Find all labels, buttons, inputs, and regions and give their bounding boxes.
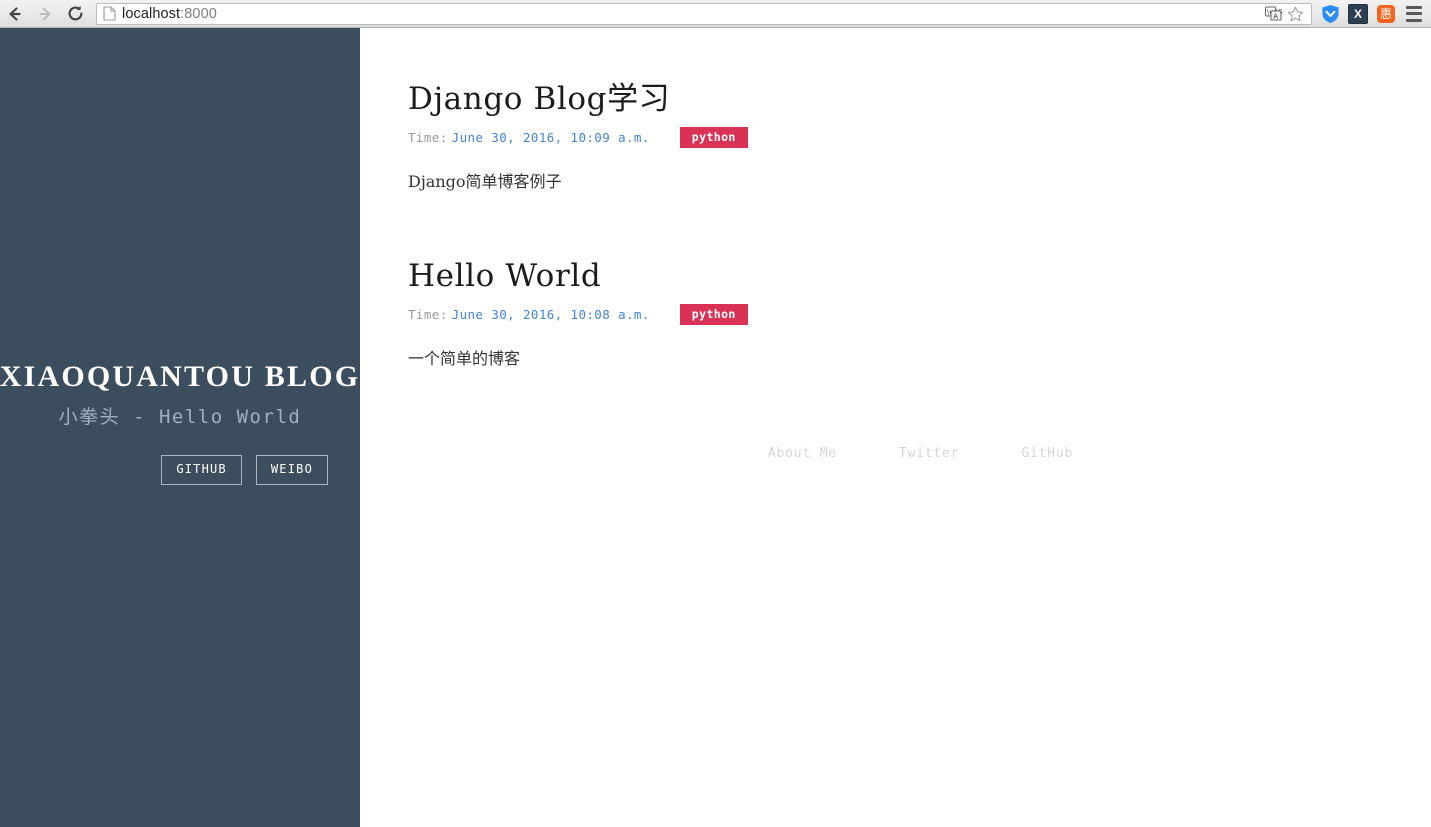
footer-link-about-me[interactable]: About Me xyxy=(768,446,837,461)
weibo-button[interactable]: WEIBO xyxy=(255,455,328,485)
page-viewport: XIAOQUANTOU BLOG 小拳头 - Hello World GITHU… xyxy=(0,28,1431,827)
post-body: 一个简单的博客 xyxy=(408,348,521,368)
reload-icon xyxy=(66,4,85,23)
reload-button[interactable] xyxy=(60,1,90,27)
forward-button[interactable] xyxy=(30,1,60,27)
post-meta: Time: June 30, 2016, 10:08 a.m. python xyxy=(408,303,1431,325)
hamburger-menu-icon[interactable] xyxy=(1404,4,1424,24)
post-time-value[interactable]: June 30, 2016, 10:08 a.m. xyxy=(452,307,650,322)
browser-extensions: X 惠 xyxy=(1320,3,1431,24)
hui-extension-label: 惠 xyxy=(1377,4,1395,23)
star-bookmark-icon[interactable] xyxy=(1285,4,1305,24)
page-document-icon xyxy=(103,6,116,21)
blog-content: Django Blog学习 Time: June 30, 2016, 10:09… xyxy=(360,28,1431,827)
hui-extension-icon[interactable]: 惠 xyxy=(1376,4,1396,24)
shield-security-icon[interactable] xyxy=(1320,4,1340,24)
page-footer: About Me Twitter GitHub xyxy=(360,446,1431,461)
x-extension-label: X xyxy=(1348,3,1368,24)
post-time-label: Time: xyxy=(408,129,448,145)
post-item: Django Blog学习 Time: June 30, 2016, 10:09… xyxy=(408,80,1431,194)
svg-text:A: A xyxy=(1273,12,1278,20)
post-time-value[interactable]: June 30, 2016, 10:09 a.m. xyxy=(452,130,650,145)
post-tag-badge[interactable]: python xyxy=(679,303,748,325)
post-tag-badge[interactable]: python xyxy=(679,126,748,148)
social-links: GITHUB WEIBO xyxy=(0,455,360,485)
post-body: Django简单博客例子 xyxy=(408,171,562,191)
github-button[interactable]: GITHUB xyxy=(161,455,242,485)
forward-arrow-icon xyxy=(36,5,54,23)
url-host: localhost xyxy=(122,5,181,22)
back-arrow-icon xyxy=(6,5,24,23)
site-title: XIAOQUANTOU BLOG xyxy=(0,360,361,394)
url-text: localhost:8000 xyxy=(122,6,217,22)
post-item: Hello World Time: June 30, 2016, 10:08 a… xyxy=(408,257,1431,371)
browser-toolbar: localhost:8000 \u6587 A xyxy=(0,0,1431,28)
translate-icon[interactable]: \u6587 A xyxy=(1263,4,1283,24)
post-title[interactable]: Hello World xyxy=(408,257,1431,296)
blog-sidebar: XIAOQUANTOU BLOG 小拳头 - Hello World GITHU… xyxy=(0,28,360,827)
footer-link-twitter[interactable]: Twitter xyxy=(899,446,959,461)
post-meta: Time: June 30, 2016, 10:09 a.m. python xyxy=(408,126,1431,148)
x-extension-icon[interactable]: X xyxy=(1348,3,1368,24)
menu-bars xyxy=(1406,5,1422,22)
footer-link-github[interactable]: GitHub xyxy=(1021,446,1073,461)
url-port: :8000 xyxy=(180,5,217,22)
site-subtitle: 小拳头 - Hello World xyxy=(58,406,302,429)
post-time-label: Time: xyxy=(408,306,448,322)
address-bar[interactable]: localhost:8000 \u6587 A xyxy=(96,2,1312,25)
back-button[interactable] xyxy=(0,1,30,27)
post-title[interactable]: Django Blog学习 xyxy=(408,80,1431,119)
